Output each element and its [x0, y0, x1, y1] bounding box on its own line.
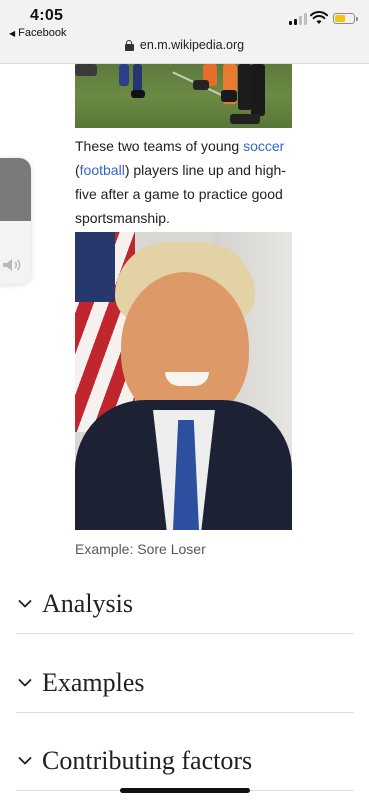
- soccer-link[interactable]: soccer: [243, 138, 284, 154]
- cellular-signal-icon: [289, 13, 307, 25]
- football-link[interactable]: football: [80, 162, 125, 178]
- address-bar[interactable]: en.m.wikipedia.org: [0, 38, 369, 52]
- section-contributing-factors[interactable]: Contributing factors: [16, 731, 354, 791]
- chevron-down-icon: [18, 756, 32, 764]
- soccer-image-caption: These two teams of young soccer (footbal…: [75, 134, 295, 230]
- volume-indicator: [0, 158, 31, 284]
- home-indicator[interactable]: [120, 788, 250, 793]
- chevron-down-icon: [18, 678, 32, 686]
- chevron-down-icon: [18, 599, 32, 607]
- section-examples[interactable]: Examples: [16, 653, 354, 713]
- wifi-icon: [310, 11, 328, 24]
- back-triangle-icon: ◀: [9, 28, 16, 38]
- volume-level-fill: [0, 158, 31, 221]
- soccer-players-image[interactable]: [75, 64, 292, 128]
- section-analysis[interactable]: Analysis: [16, 574, 354, 634]
- speaker-icon: [3, 259, 21, 271]
- section-title: Analysis: [42, 588, 133, 618]
- section-title: Examples: [42, 667, 145, 697]
- portrait-image[interactable]: [75, 232, 292, 530]
- clock: 4:05: [30, 7, 64, 24]
- battery-icon: [333, 13, 358, 24]
- url-text: en.m.wikipedia.org: [139, 38, 245, 52]
- section-title: Contributing factors: [42, 745, 253, 775]
- status-bar: 4:05 ◀ Facebook en.m.wikipedia.org: [0, 0, 369, 64]
- lock-icon: [124, 39, 134, 51]
- caption-text: These two teams of young: [75, 138, 244, 154]
- portrait-image-caption: Example: Sore Loser: [75, 541, 206, 557]
